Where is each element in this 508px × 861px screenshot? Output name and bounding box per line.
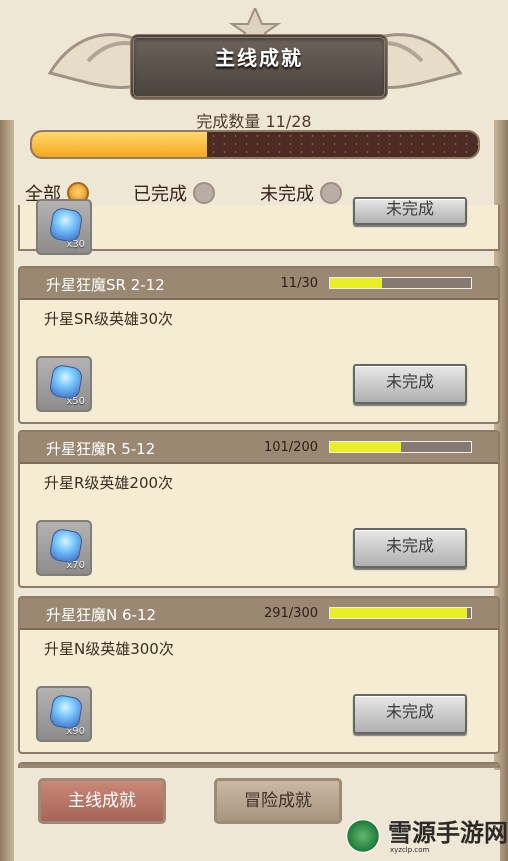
blue-gem-icon — [48, 527, 84, 565]
filter-incomplete[interactable]: 未完成 — [260, 180, 342, 206]
reward-item[interactable]: x90 — [36, 686, 92, 742]
achievement-progress-fill — [330, 278, 382, 288]
watermark-text: 雪源手游网 — [388, 819, 508, 847]
reward-quantity: x50 — [66, 396, 85, 407]
filter-completed-label: 已完成 — [133, 184, 187, 205]
filter-incomplete-label: 未完成 — [260, 184, 314, 205]
tab-main-achievements[interactable]: 主线成就 — [38, 778, 166, 824]
achievement-progress-fill — [330, 608, 467, 618]
achievement-card-cutoff — [18, 762, 500, 768]
left-frame — [0, 120, 14, 861]
achievement-description: 升星N级英雄300次 — [44, 640, 174, 658]
card-header: 升星狂魔N 6-12 291/300 — [20, 598, 498, 630]
achievement-card: 升星狂魔SR 2-12 11/30 升星SR级英雄30次 x50 未完成 — [18, 266, 500, 424]
achievement-description: 升星SR级英雄30次 — [44, 310, 174, 328]
achievement-progress-count: 101/200 — [263, 440, 318, 455]
reward-item[interactable]: x70 — [36, 520, 92, 576]
achievement-progress-count: 291/300 — [263, 606, 318, 621]
achievement-progress-count: 11/30 — [280, 276, 318, 291]
progress-sparkles — [32, 132, 478, 157]
radio-unselected-icon — [193, 182, 215, 204]
achievement-title: 升星狂魔R 5-12 — [46, 440, 156, 458]
achievement-progress-bar — [329, 277, 472, 289]
completion-count: 完成数量 11/28 — [196, 112, 312, 131]
reward-quantity: x70 — [66, 560, 85, 571]
card-header — [20, 764, 498, 768]
radio-unselected-icon — [320, 182, 342, 204]
card-header: 升星狂魔R 5-12 101/200 — [20, 432, 498, 464]
reward-item[interactable]: x50 — [36, 356, 92, 412]
watermark-logo-icon — [346, 819, 380, 853]
achievement-card: 升星狂魔N 6-12 291/300 升星N级英雄300次 x90 未完成 — [18, 596, 500, 754]
watermark: 雪源手游网 xyzclp.com — [338, 807, 508, 859]
page-title: 主线成就 — [215, 46, 303, 70]
achievement-progress-bar — [329, 607, 472, 619]
tab-adventure-achievements[interactable]: 冒险成就 — [214, 778, 342, 824]
watermark-url: xyzclp.com — [390, 846, 430, 854]
filter-completed[interactable]: 已完成 — [133, 180, 215, 206]
reward-quantity: x90 — [66, 726, 85, 737]
achievement-progress-bar — [329, 441, 472, 453]
main-progress-bar — [30, 130, 480, 159]
blue-gem-icon — [48, 363, 84, 401]
achievement-card: 升星狂魔R 5-12 101/200 升星R级英雄200次 x70 未完成 — [18, 430, 500, 588]
blue-gem-icon — [48, 693, 84, 731]
achievement-title: 升星狂魔SR 2-12 — [46, 276, 165, 294]
achievement-list[interactable]: 升星狂魔SR 2-12 11/30 升星SR级英雄30次 x50 未完成 升星狂… — [18, 208, 500, 768]
incomplete-status-button[interactable]: 未完成 — [353, 528, 467, 568]
incomplete-status-button[interactable]: 未完成 — [353, 694, 467, 734]
achievement-progress-fill — [330, 442, 402, 452]
card-header: 升星狂魔SR 2-12 11/30 — [20, 268, 498, 300]
achievement-title: 升星狂魔N 6-12 — [46, 606, 157, 624]
incomplete-status-button[interactable]: 未完成 — [353, 364, 467, 404]
achievement-description: 升星R级英雄200次 — [44, 474, 174, 492]
